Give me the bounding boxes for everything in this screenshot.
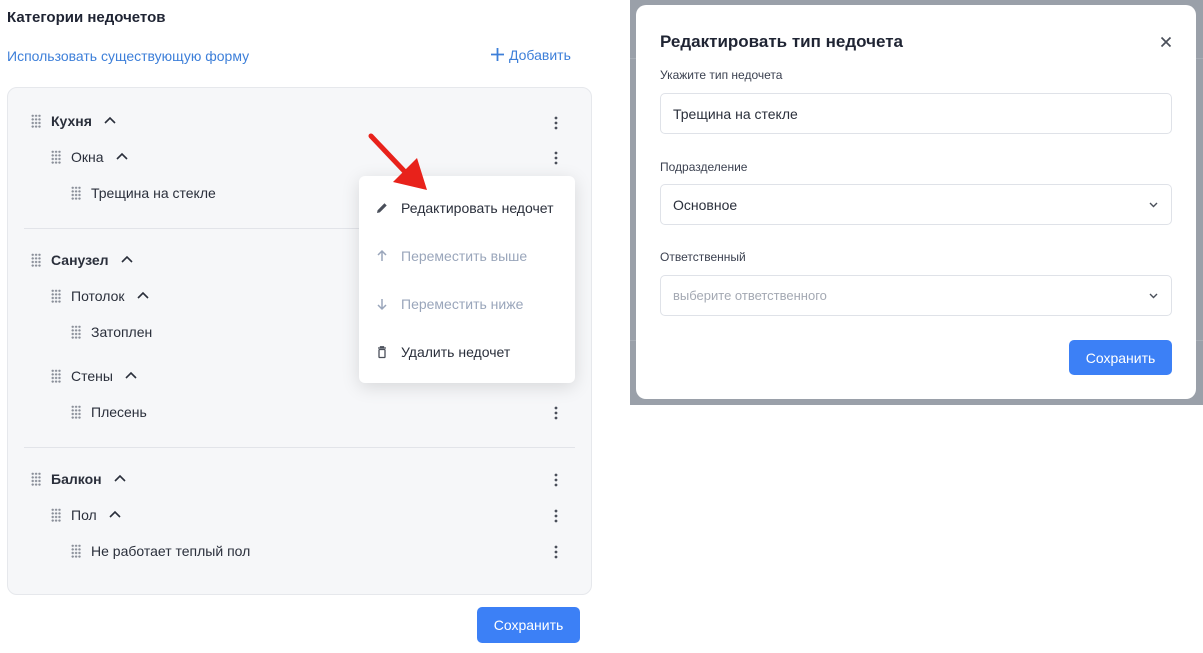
division-value: Основное <box>673 196 738 213</box>
page-title: Категории недочетов <box>7 9 166 26</box>
trash-icon <box>375 345 389 359</box>
tree-subcategory[interactable]: Потолок <box>51 285 149 307</box>
tree-category[interactable]: Санузел <box>31 249 133 271</box>
use-existing-form-link[interactable]: Использовать существующую форму <box>7 48 249 64</box>
drag-handle-icon[interactable] <box>31 253 41 267</box>
divider <box>24 447 575 448</box>
menu-item-label: Переместить ниже <box>401 296 524 312</box>
tree-defect[interactable]: Не работает теплый пол <box>71 540 250 562</box>
modal-save-button[interactable]: Сохранить <box>1069 340 1172 375</box>
pencil-icon <box>375 201 389 215</box>
tree-subcategory-label: Потолок <box>71 288 125 304</box>
drag-handle-icon[interactable] <box>71 405 81 419</box>
chevron-up-icon[interactable] <box>121 255 133 265</box>
tree-category-label: Кухня <box>51 113 92 129</box>
modal-title: Редактировать тип недочета <box>660 32 903 51</box>
division-label: Подразделение <box>660 160 748 174</box>
more-menu-icon[interactable] <box>549 471 563 489</box>
chevron-up-icon[interactable] <box>115 152 128 162</box>
chevron-up-icon[interactable] <box>136 291 149 301</box>
tree-defect-label: Плесень <box>91 404 147 420</box>
arrow-up-icon <box>375 249 389 263</box>
drag-handle-icon[interactable] <box>51 369 61 383</box>
more-menu-icon[interactable] <box>549 114 563 132</box>
tree-subcategory-label: Окна <box>71 149 104 165</box>
chevron-down-icon <box>1148 290 1159 301</box>
context-menu: Редактировать недочет Переместить выше П… <box>359 176 575 383</box>
drag-handle-icon[interactable] <box>71 186 81 200</box>
drag-handle-icon[interactable] <box>31 472 41 486</box>
more-menu-icon[interactable] <box>549 507 563 525</box>
responsible-placeholder: выберите ответственного <box>673 288 827 303</box>
more-menu-icon[interactable] <box>549 404 563 422</box>
more-menu-icon[interactable] <box>549 149 563 167</box>
defect-type-label: Укажите тип недочета <box>660 68 783 82</box>
tree-category-label: Санузел <box>51 252 109 268</box>
tree-subcategory-label: Пол <box>71 507 97 523</box>
add-button[interactable]: Добавить <box>490 47 571 63</box>
menu-item-move-down[interactable]: Переместить ниже <box>359 284 575 324</box>
drag-handle-icon[interactable] <box>71 544 81 558</box>
close-icon[interactable] <box>1158 34 1174 50</box>
responsible-label: Ответственный <box>660 250 746 264</box>
defect-type-field[interactable] <box>660 93 1172 134</box>
plus-icon <box>490 47 505 63</box>
drag-handle-icon[interactable] <box>51 508 61 522</box>
chevron-down-icon <box>1148 199 1159 210</box>
defect-type-input[interactable] <box>673 105 1153 122</box>
tree-defect[interactable]: Трещина на стекле <box>71 182 216 204</box>
tree-subcategory[interactable]: Пол <box>51 504 121 526</box>
tree-defect[interactable]: Затоплен <box>71 321 152 343</box>
tree-subcategory-label: Стены <box>71 368 113 384</box>
tree-category[interactable]: Балкон <box>31 468 126 490</box>
tree-defect-label: Не работает теплый пол <box>91 543 251 559</box>
annotation-arrow-icon <box>368 133 427 190</box>
division-select[interactable]: Основное <box>660 184 1172 225</box>
chevron-up-icon[interactable] <box>104 116 116 126</box>
drag-handle-icon[interactable] <box>71 325 81 339</box>
menu-item-label: Удалить недочет <box>401 344 511 360</box>
chevron-up-icon[interactable] <box>109 510 121 520</box>
drag-handle-icon[interactable] <box>51 150 61 164</box>
menu-item-label: Переместить выше <box>401 248 528 264</box>
chevron-up-icon[interactable] <box>114 474 126 484</box>
tree-subcategory[interactable]: Окна <box>51 146 128 168</box>
edit-defect-type-modal: Редактировать тип недочета Укажите тип н… <box>636 5 1196 399</box>
drag-handle-icon[interactable] <box>31 114 41 128</box>
menu-item-label: Редактировать недочет <box>401 200 554 216</box>
tree-defect-label: Затоплен <box>91 324 153 340</box>
menu-item-delete[interactable]: Удалить недочет <box>359 332 575 372</box>
save-button[interactable]: Сохранить <box>477 607 580 643</box>
tree-defect[interactable]: Плесень <box>71 401 147 423</box>
menu-item-move-up[interactable]: Переместить выше <box>359 236 575 276</box>
tree-category-label: Балкон <box>51 471 102 487</box>
tree-defect-label: Трещина на стекле <box>91 185 216 201</box>
responsible-select[interactable]: выберите ответственного <box>660 275 1172 316</box>
drag-handle-icon[interactable] <box>51 289 61 303</box>
tree-subcategory[interactable]: Стены <box>51 365 137 387</box>
chevron-up-icon[interactable] <box>125 371 137 381</box>
arrow-down-icon <box>375 297 389 311</box>
add-button-label: Добавить <box>509 47 571 63</box>
tree-category[interactable]: Кухня <box>31 110 116 132</box>
more-menu-icon[interactable] <box>549 543 563 561</box>
